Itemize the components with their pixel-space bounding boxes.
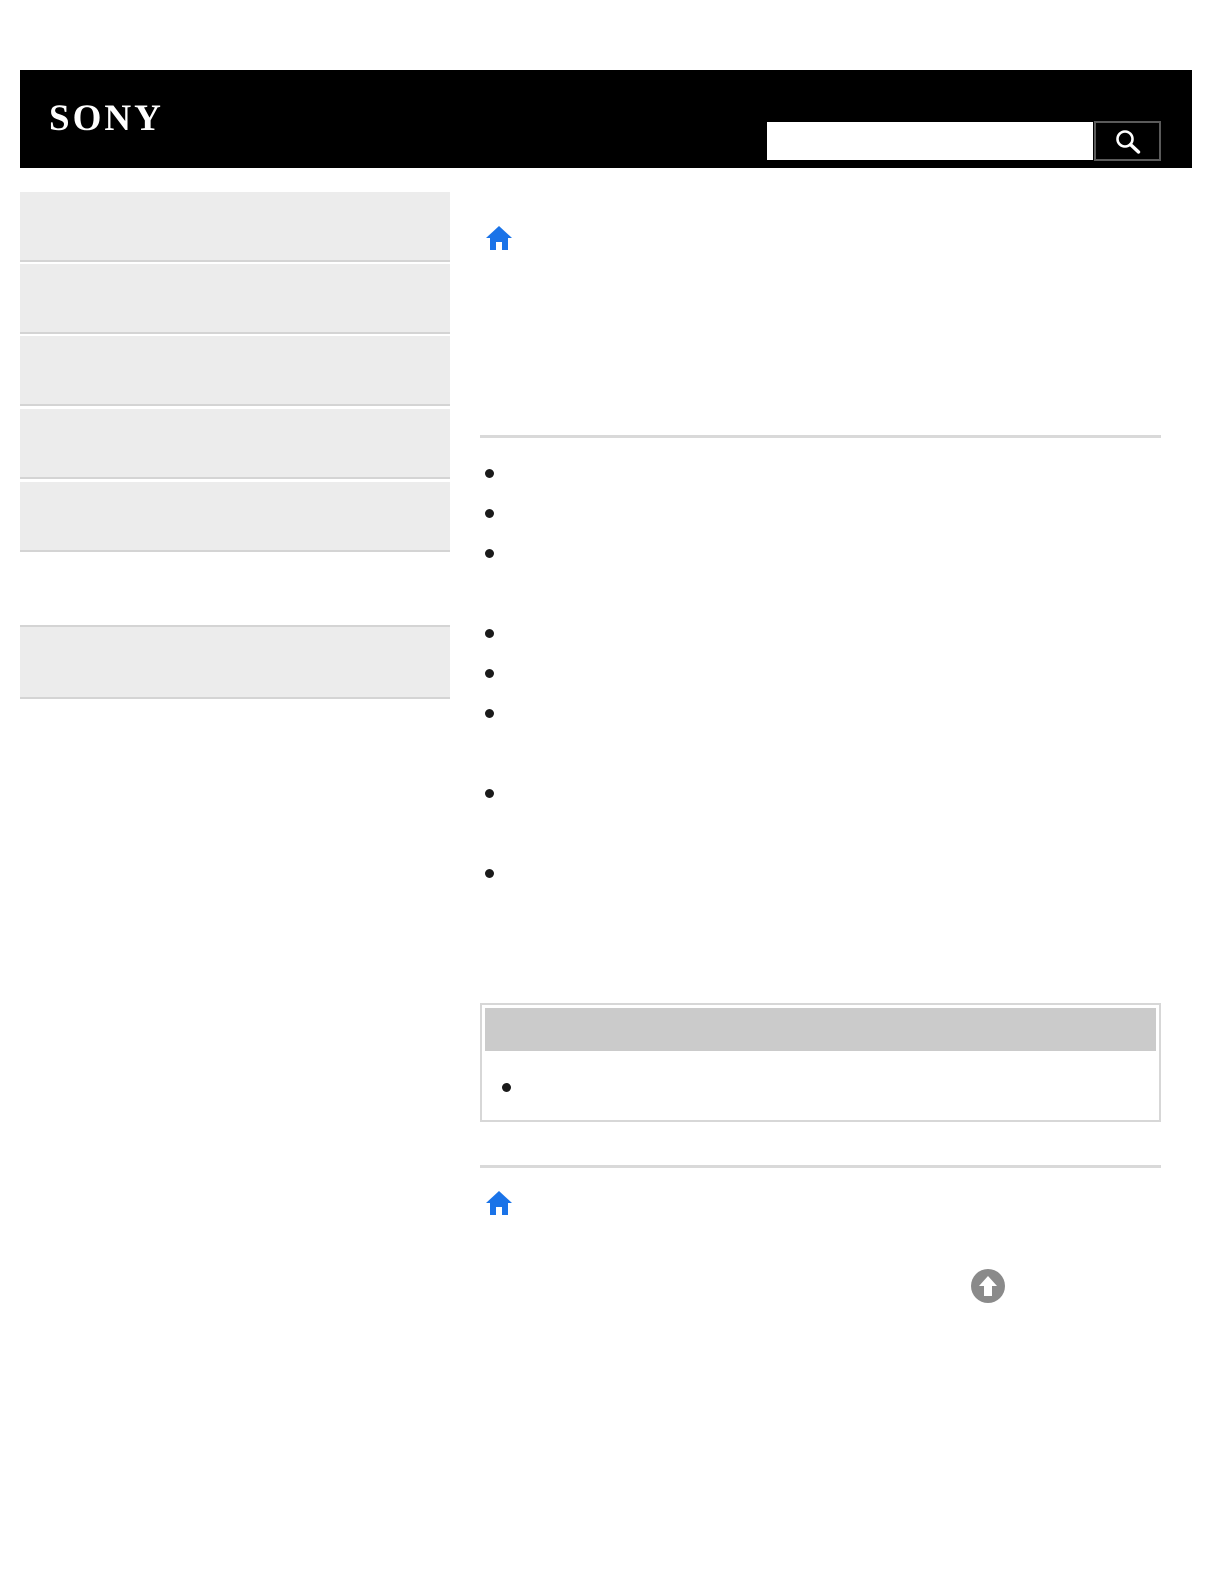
- sidebar-item-4[interactable]: [20, 409, 450, 479]
- list-item: [480, 702, 1160, 726]
- sidebar-item-6[interactable]: [20, 625, 450, 699]
- divider: [480, 1165, 1161, 1168]
- bullet-icon: [485, 709, 494, 718]
- related-topics-box: [480, 1003, 1161, 1122]
- related-topics-header: [485, 1008, 1156, 1051]
- related-topic-link[interactable]: [500, 1077, 1140, 1101]
- search-input[interactable]: [767, 122, 1093, 160]
- sidebar-item-5[interactable]: [20, 482, 450, 552]
- list-item: [480, 622, 1160, 646]
- sidebar-item-3[interactable]: [20, 336, 450, 406]
- list-item: [480, 542, 1160, 566]
- bullet-icon: [485, 789, 494, 798]
- list-item: [480, 502, 1160, 526]
- list-item: [480, 862, 1160, 886]
- arrow-up-circle-icon[interactable]: [970, 1268, 1006, 1304]
- sony-logo[interactable]: SONY: [49, 98, 164, 140]
- help-page: SONY: [0, 0, 1225, 1585]
- divider: [480, 435, 1161, 438]
- bullet-icon: [485, 629, 494, 638]
- bullet-icon: [502, 1083, 511, 1092]
- sidebar-item-2[interactable]: [20, 264, 450, 334]
- list-item: [480, 462, 1160, 486]
- bullet-icon: [485, 669, 494, 678]
- list-item: [480, 662, 1160, 686]
- bullet-icon: [485, 549, 494, 558]
- bullet-icon: [485, 509, 494, 518]
- search-icon: [1116, 130, 1141, 154]
- search-button[interactable]: [1094, 121, 1161, 161]
- sidebar-item-1[interactable]: [20, 192, 450, 262]
- bullet-icon: [485, 469, 494, 478]
- site-header: SONY: [20, 70, 1192, 168]
- list-item: [480, 782, 1160, 806]
- bullet-icon: [485, 869, 494, 878]
- home-icon[interactable]: [484, 1189, 514, 1217]
- home-icon[interactable]: [484, 224, 514, 252]
